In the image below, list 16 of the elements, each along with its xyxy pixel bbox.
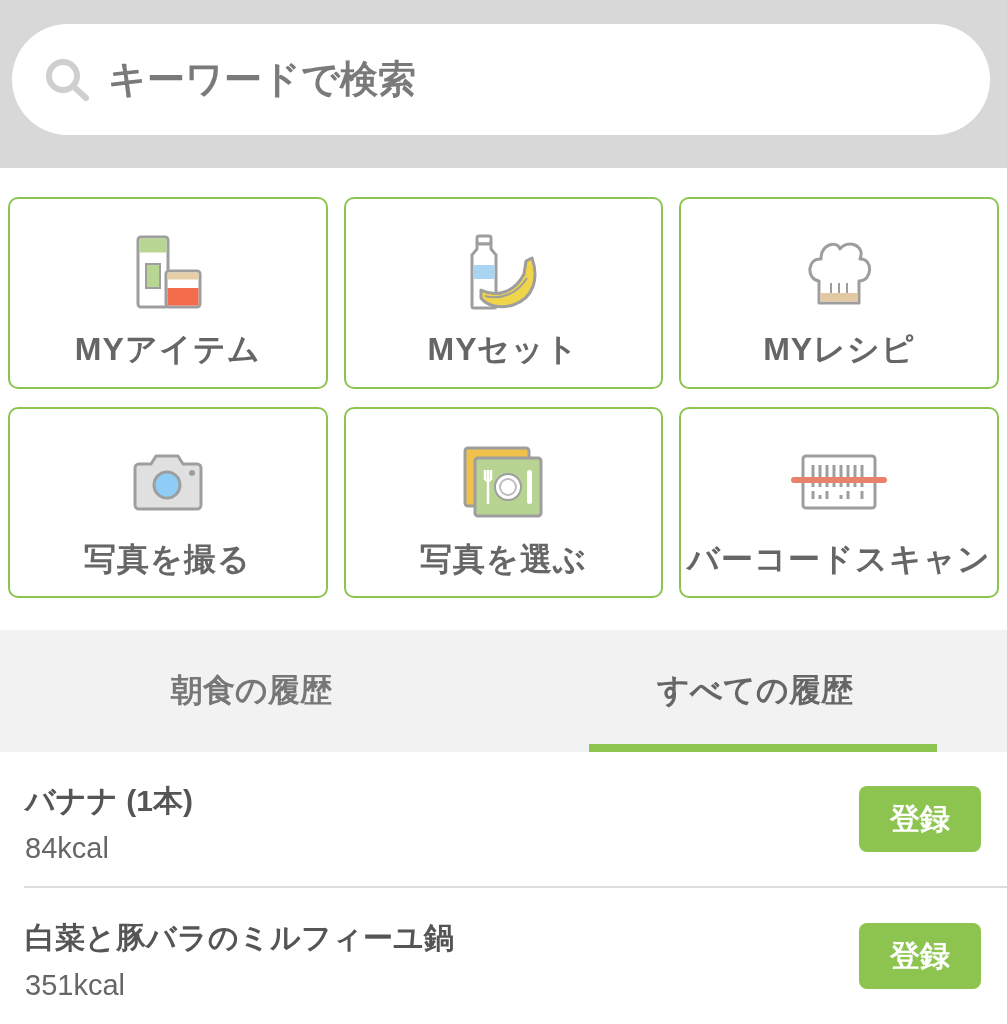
search-icon bbox=[45, 58, 91, 102]
plate-with-cutlery-icon bbox=[463, 445, 544, 518]
shortcut-tile[interactable]: 写真を撮る bbox=[8, 406, 328, 598]
history-tab[interactable]: すべての履歴 bbox=[503, 630, 1007, 752]
calorie-text: 351kcal bbox=[25, 968, 125, 1002]
calorie-text: 84kcal bbox=[25, 831, 109, 865]
history-tab[interactable]: 朝食の履歴 bbox=[0, 630, 504, 752]
shortcut-tile[interactable]: MYアイテム bbox=[8, 197, 328, 389]
shortcut-tile[interactable]: 写真を選ぶ bbox=[343, 406, 664, 598]
search-field[interactable]: キーワードで検索 bbox=[12, 24, 990, 135]
shortcut-tile[interactable]: MYレシピ bbox=[679, 197, 999, 389]
shortcut-tile[interactable]: MYセット bbox=[343, 197, 664, 389]
barcode-icon bbox=[789, 452, 890, 511]
food-name: 白菜と豚バラのミルフィーユ鍋 bbox=[25, 920, 454, 956]
shortcut-tile[interactable]: バーコードスキャン bbox=[679, 406, 999, 598]
food-name: バナナ (1本) bbox=[25, 783, 193, 819]
